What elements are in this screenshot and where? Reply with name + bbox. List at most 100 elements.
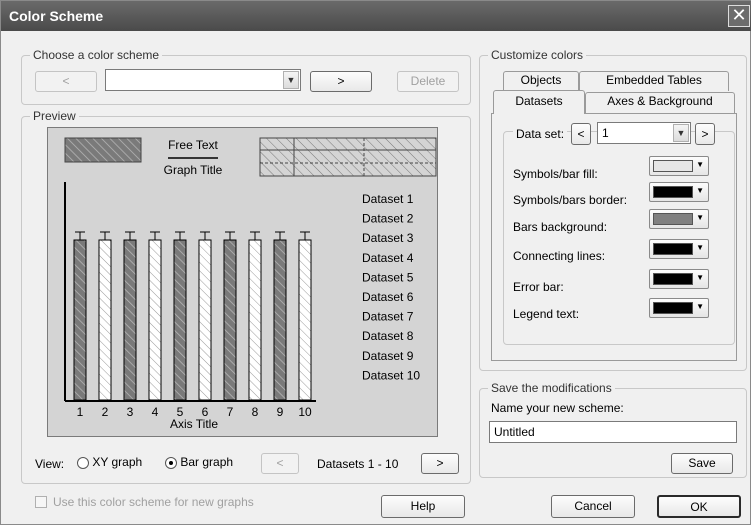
- legend-entry: Dataset 3: [362, 231, 414, 245]
- dataset-legend: Dataset 1 Dataset 2 Dataset 3 Dataset 4 Data…: [362, 192, 420, 382]
- caret-down-icon: ▼: [696, 213, 704, 222]
- legend-entry: Dataset 9: [362, 349, 414, 363]
- close-icon[interactable]: ✕: [728, 5, 750, 27]
- bar-dataset-2: [98, 239, 112, 401]
- help-button[interactable]: Help: [381, 495, 465, 518]
- xy-graph-radio-button[interactable]: [77, 456, 89, 469]
- bar-dataset-5: [173, 239, 187, 401]
- bar-dataset-3: [123, 239, 137, 401]
- dataset-select[interactable]: 1 ▼: [597, 122, 691, 144]
- scheme-name-label: Name your new scheme:: [491, 401, 624, 415]
- bar-dataset-8: [248, 239, 262, 401]
- tab-objects[interactable]: Objects: [503, 71, 579, 91]
- connecting-lines-label: Connecting lines:: [513, 249, 606, 263]
- legend-text-label: Legend text:: [513, 307, 580, 321]
- legend-entry: Dataset 1: [362, 192, 414, 206]
- symbols-bar-fill-color-button[interactable]: ▼: [649, 156, 709, 176]
- datasets-next-button[interactable]: >: [421, 453, 459, 474]
- scheme-name-input[interactable]: [489, 421, 737, 443]
- scheme-select[interactable]: ▼: [105, 69, 301, 91]
- x-tick-label: 10: [298, 405, 312, 419]
- dialog-title: Color Scheme: [9, 8, 104, 24]
- legend-entry: Dataset 2: [362, 212, 414, 226]
- error-bar-4: [150, 231, 160, 240]
- x-tick-label: 3: [127, 405, 134, 419]
- symbols-bars-border-color-button[interactable]: ▼: [649, 182, 709, 202]
- error-bar-1: [75, 231, 85, 240]
- error-bar-color-button[interactable]: ▼: [649, 269, 709, 289]
- x-tick-label: 4: [152, 405, 159, 419]
- choose-scheme-label: Choose a color scheme: [30, 48, 163, 62]
- error-bar-10: [300, 231, 310, 240]
- bar-dataset-6: [198, 239, 212, 401]
- legend-entry: Dataset 6: [362, 290, 414, 304]
- x-tick-label: 1: [77, 405, 84, 419]
- connecting-lines-color-button[interactable]: ▼: [649, 239, 709, 259]
- preview-canvas: Free Text Graph Title 1 2 3 4 5 6 7 8 9 10 Axis T…: [47, 127, 438, 437]
- embedded-table-preview: [259, 137, 437, 177]
- dataset-next-button[interactable]: >: [695, 123, 715, 145]
- tab-axes-background[interactable]: Axes & Background: [585, 92, 735, 113]
- color-swatch: [653, 213, 693, 225]
- bar-graph-label[interactable]: Bar graph: [180, 455, 233, 469]
- error-bar-2: [100, 231, 110, 240]
- color-scheme-dialog: Color Scheme ✕ Choose a color scheme < ▼…: [0, 0, 751, 525]
- tab-embedded-tables[interactable]: Embedded Tables: [579, 71, 729, 91]
- legend-entry: Dataset 5: [362, 270, 414, 284]
- bar-dataset-4: [148, 239, 162, 401]
- symbols-bar-fill-label: Symbols/bar fill:: [513, 167, 598, 181]
- bars-background-label: Bars background:: [513, 220, 608, 234]
- axis-title-label: Axis Title: [170, 417, 218, 431]
- view-label: View:: [35, 457, 65, 471]
- dataset-select-value: 1: [602, 126, 609, 140]
- color-swatch: [653, 273, 693, 285]
- free-text-label: Free Text: [168, 138, 218, 152]
- bars-background-color-button[interactable]: ▼: [649, 209, 709, 229]
- legend-entry: Dataset 8: [362, 329, 414, 343]
- xy-graph-radio[interactable]: XY graph: [77, 455, 142, 469]
- error-bar-3: [125, 231, 135, 240]
- delete-button[interactable]: Delete: [397, 71, 459, 92]
- legend-entry: Dataset 7: [362, 310, 414, 324]
- chevron-down-icon[interactable]: ▼: [283, 71, 299, 89]
- dataset-label: Data set:: [513, 127, 568, 141]
- use-scheme-checkbox[interactable]: [35, 496, 47, 508]
- bar-graph-radio[interactable]: Bar graph: [165, 455, 233, 469]
- datasets-range-label: Datasets 1 - 10: [317, 457, 399, 471]
- save-button[interactable]: Save: [671, 453, 733, 474]
- error-bar-label: Error bar:: [513, 280, 564, 294]
- tab-datasets[interactable]: Datasets: [493, 90, 585, 114]
- xy-graph-label[interactable]: XY graph: [92, 455, 142, 469]
- customize-colors-label: Customize colors: [488, 48, 587, 62]
- color-swatch: [653, 186, 693, 198]
- legend-swatch-box: [64, 137, 142, 163]
- legend-text-color-button[interactable]: ▼: [649, 298, 709, 318]
- caret-down-icon: ▼: [696, 160, 704, 169]
- cancel-button[interactable]: Cancel: [551, 495, 635, 518]
- use-scheme-label[interactable]: Use this color scheme for new graphs: [53, 495, 254, 509]
- caret-down-icon: ▼: [696, 302, 704, 311]
- scheme-prev-button[interactable]: <: [35, 71, 97, 92]
- caret-down-icon: ▼: [696, 186, 704, 195]
- datasets-prev-button[interactable]: <: [261, 453, 299, 474]
- caret-down-icon: ▼: [696, 273, 704, 282]
- legend-entry: Dataset 4: [362, 251, 414, 265]
- bar-dataset-7: [223, 239, 237, 401]
- dataset-prev-button[interactable]: <: [571, 123, 591, 145]
- error-bar-5: [175, 231, 185, 240]
- title-bar[interactable]: Color Scheme ✕: [1, 1, 751, 31]
- x-tick-label: 7: [227, 405, 234, 419]
- bar-graph-radio-button[interactable]: [165, 456, 177, 469]
- scheme-next-button[interactable]: >: [310, 71, 372, 92]
- graph-title-label: Graph Title: [164, 163, 223, 177]
- error-bar-8: [250, 231, 260, 240]
- chevron-down-icon[interactable]: ▼: [673, 124, 689, 142]
- color-swatch: [653, 302, 693, 314]
- preview-graph: Free Text Graph Title 1 2 3 4 5 6 7 8 9 10 Axis T…: [64, 137, 437, 431]
- ok-button[interactable]: OK: [657, 495, 741, 518]
- x-tick-label: 8: [252, 405, 259, 419]
- error-bar-9: [275, 231, 285, 240]
- error-bar-7: [225, 231, 235, 240]
- save-modifications-label: Save the modifications: [488, 381, 615, 395]
- preview-label: Preview: [30, 109, 79, 123]
